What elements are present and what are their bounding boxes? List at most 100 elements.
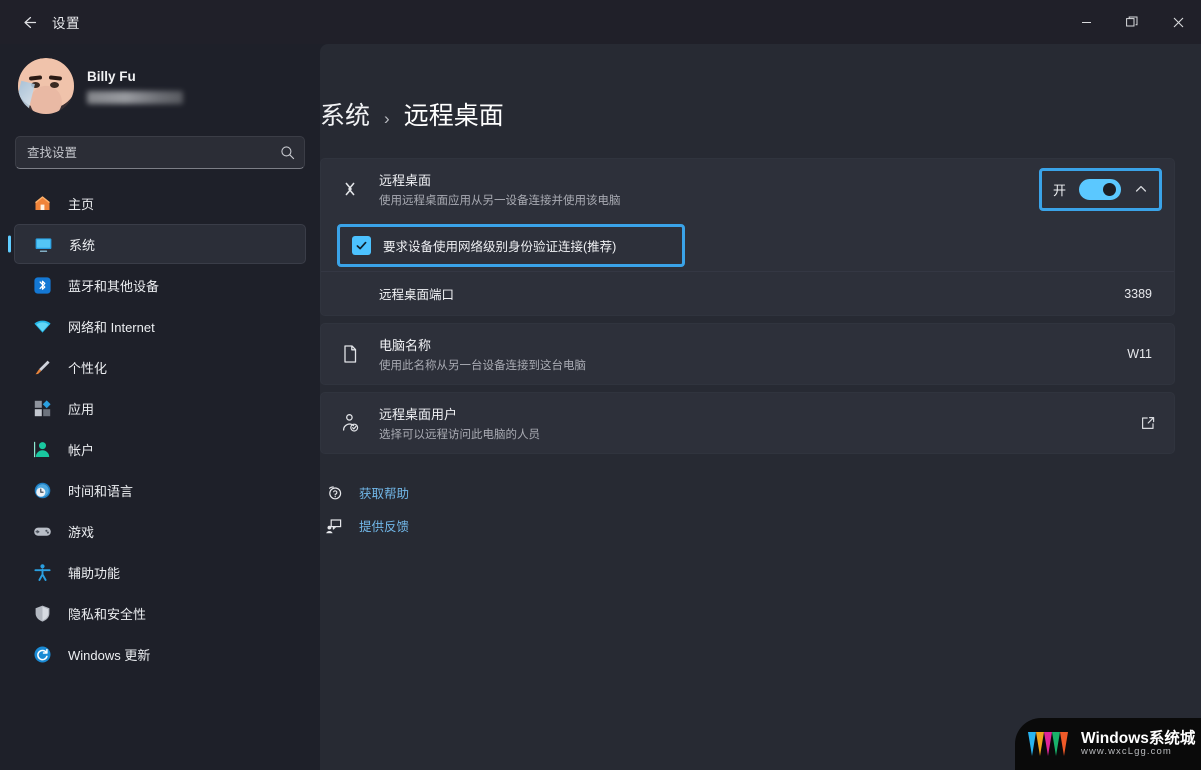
close-icon xyxy=(1173,17,1183,27)
give-feedback-link[interactable]: 提供反馈 xyxy=(320,509,1175,542)
back-arrow-icon xyxy=(23,16,36,28)
account-text: Billy Fu xyxy=(87,69,183,104)
remote-desktop-users-text: 远程桌面用户 选择可以远程访问此电脑的人员 xyxy=(379,404,1124,442)
pc-name-value: W11 xyxy=(1127,347,1152,361)
sidebar-item-label: 时间和语言 xyxy=(68,483,134,499)
personalization-brush-icon xyxy=(32,357,52,377)
nla-label: 要求设备使用网络级别身份验证连接(推荐) xyxy=(383,239,617,254)
window-body: Billy Fu 查找设置 主页 系统 蓝牙和其他设备 网络和 Internet… xyxy=(0,44,1201,770)
pc-name-card[interactable]: 电脑名称 使用此名称从另一台设备连接到这台电脑 W11 xyxy=(320,323,1175,385)
remote-desktop-icon xyxy=(337,177,363,201)
sidebar-item-system[interactable]: 系统 xyxy=(14,224,306,264)
sidebar-item-windows-update[interactable]: Windows 更新 xyxy=(14,634,306,674)
sidebar-item-label: Windows 更新 xyxy=(68,647,151,663)
sidebar-item-gaming[interactable]: 游戏 xyxy=(14,511,306,551)
sidebar-item-network[interactable]: 网络和 Internet xyxy=(14,306,306,346)
pc-name-row[interactable]: 电脑名称 使用此名称从另一台设备连接到这台电脑 W11 xyxy=(321,324,1174,384)
restore-button[interactable] xyxy=(1109,0,1155,44)
accessibility-icon xyxy=(32,562,52,582)
sidebar-item-label: 游戏 xyxy=(68,524,95,540)
sidebar-item-label: 系统 xyxy=(69,237,96,253)
avatar xyxy=(18,58,74,114)
sidebar-item-time-language[interactable]: 时间和语言 xyxy=(14,470,306,510)
remote-desktop-users-icon xyxy=(337,411,363,435)
remote-desktop-title: 远程桌面 xyxy=(379,173,432,188)
watermark: Windows系统城 www.wxcLgg.com xyxy=(1015,718,1201,770)
give-feedback-icon xyxy=(323,517,345,535)
watermark-title: Windows系统城 xyxy=(1081,730,1196,748)
apps-icon xyxy=(32,398,52,418)
sidebar-nav: 主页 系统 蓝牙和其他设备 网络和 Internet 个性化 应用 帐户 时间和… xyxy=(0,183,320,674)
get-help-link[interactable]: 获取帮助 xyxy=(320,476,1175,509)
sidebar-item-label: 帐户 xyxy=(68,442,95,458)
sidebar-item-label: 主页 xyxy=(68,196,95,212)
search-box[interactable] xyxy=(15,136,305,169)
help-links: 获取帮助 提供反馈 xyxy=(320,476,1175,542)
remote-desktop-users-title: 远程桌面用户 xyxy=(379,407,458,422)
back-button[interactable] xyxy=(10,7,46,37)
sidebar-item-privacy-security[interactable]: 隐私和安全性 xyxy=(14,593,306,633)
remote-desktop-subtitle: 使用远程桌面应用从另一设备连接并使用该电脑 xyxy=(379,195,621,207)
close-button[interactable] xyxy=(1155,0,1201,44)
sidebar-item-accessibility[interactable]: 辅助功能 xyxy=(14,552,306,592)
remote-desktop-row[interactable]: 远程桌面 使用远程桌面应用从另一设备连接并使用该电脑 开 xyxy=(321,159,1174,219)
get-help-label: 获取帮助 xyxy=(359,487,410,501)
settings-cards: 远程桌面 使用远程桌面应用从另一设备连接并使用该电脑 开 要求设备使用网络级别身… xyxy=(320,158,1175,454)
breadcrumb-parent[interactable]: 系统 xyxy=(320,96,370,132)
port-value: 3389 xyxy=(1124,286,1152,301)
sidebar: Billy Fu 查找设置 主页 系统 蓝牙和其他设备 网络和 Internet… xyxy=(0,44,320,770)
home-icon xyxy=(32,193,52,213)
account-card[interactable]: Billy Fu xyxy=(0,44,320,126)
remote-desktop-toggle[interactable] xyxy=(1079,178,1121,200)
content-pane: 系统 › 远程桌面 远程桌面 使用远程桌面应用从另一设备连接并使用该电脑 开 要… xyxy=(320,44,1201,770)
remote-desktop-users-subtitle: 选择可以远程访问此电脑的人员 xyxy=(379,429,540,441)
bluetooth-icon xyxy=(32,275,52,295)
check-icon xyxy=(356,241,367,249)
window-controls xyxy=(1063,0,1201,44)
chevron-up-icon[interactable] xyxy=(1134,182,1148,196)
watermark-url: www.wxcLgg.com xyxy=(1081,746,1172,758)
restore-icon xyxy=(1126,16,1138,27)
remote-desktop-port-row: 远程桌面端口 3389 xyxy=(321,271,1174,315)
remote-desktop-users-row[interactable]: 远程桌面用户 选择可以远程访问此电脑的人员 xyxy=(321,393,1174,453)
settings-window: 设置 Billy Fu 查找设置 主页 系统 蓝牙和其他设备 网络和 Inter… xyxy=(0,0,1201,770)
search-container xyxy=(0,126,320,173)
title-bar: 设置 xyxy=(0,0,1201,44)
avatar-eye-right xyxy=(50,82,59,88)
gaming-controller-icon xyxy=(32,521,52,541)
system-monitor-icon xyxy=(33,234,53,254)
watermark-text: Windows系统城 www.wxcLgg.com xyxy=(1081,730,1195,757)
toggle-state-label: 开 xyxy=(1052,182,1066,198)
remote-desktop-toggle-group[interactable]: 开 xyxy=(1038,167,1162,211)
windows-update-icon xyxy=(32,644,52,664)
sidebar-item-label: 网络和 Internet xyxy=(68,319,155,335)
sidebar-item-bluetooth[interactable]: 蓝牙和其他设备 xyxy=(14,265,306,305)
external-link-icon[interactable] xyxy=(1140,415,1156,431)
sidebar-item-home[interactable]: 主页 xyxy=(14,183,306,223)
account-name: Billy Fu xyxy=(87,68,136,84)
pc-name-subtitle: 使用此名称从另一台设备连接到这台电脑 xyxy=(379,360,586,372)
remote-desktop-users-card[interactable]: 远程桌面用户 选择可以远程访问此电脑的人员 xyxy=(320,392,1175,454)
minimize-icon xyxy=(1081,21,1091,23)
give-feedback-label: 提供反馈 xyxy=(359,520,410,534)
minimize-button[interactable] xyxy=(1063,0,1109,44)
search-input[interactable] xyxy=(27,145,280,160)
nla-highlight-box[interactable]: 要求设备使用网络级别身份验证连接(推荐) xyxy=(337,223,685,267)
time-language-clock-icon xyxy=(32,480,52,500)
sidebar-item-personalization[interactable]: 个性化 xyxy=(14,347,306,387)
pc-name-icon xyxy=(337,342,363,366)
toggle-knob xyxy=(1103,182,1116,196)
port-label: 远程桌面端口 xyxy=(379,287,455,302)
breadcrumb-separator-icon: › xyxy=(384,109,390,128)
breadcrumb: 系统 › 远程桌面 xyxy=(320,44,1175,132)
page-title: 远程桌面 xyxy=(403,102,504,130)
sidebar-item-accounts[interactable]: 帐户 xyxy=(14,429,306,469)
sidebar-item-label: 辅助功能 xyxy=(68,565,121,581)
port-text: 远程桌面端口 xyxy=(379,284,1124,304)
nla-checkbox[interactable] xyxy=(352,235,371,255)
sidebar-item-apps[interactable]: 应用 xyxy=(14,388,306,428)
account-email-blurred xyxy=(87,90,183,104)
nla-row: 要求设备使用网络级别身份验证连接(推荐) xyxy=(321,219,1174,271)
sidebar-item-label: 蓝牙和其他设备 xyxy=(68,278,160,294)
privacy-shield-icon xyxy=(32,603,52,623)
